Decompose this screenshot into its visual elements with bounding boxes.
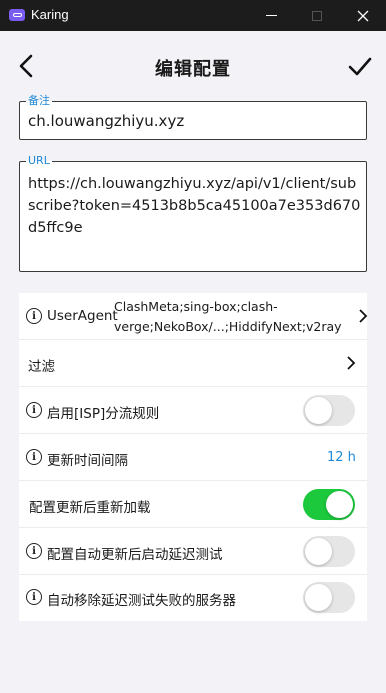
reload-after-update-row: 配置更新后重新加载 [19, 481, 367, 528]
chevron-right-icon [359, 309, 368, 323]
filter-label: 过滤 [28, 359, 55, 375]
reload-after-update-toggle[interactable] [303, 489, 355, 520]
settings-list: i UserAgent ClashMeta;sing-box;clash-ver… [19, 293, 368, 621]
isp-rules-row: i 启用[ISP]分流规则 [19, 387, 367, 434]
update-interval-row[interactable]: i 更新时间间隔 12 h [19, 434, 367, 481]
checkmark-icon [348, 57, 372, 76]
remark-field-label: 备注 [26, 94, 52, 108]
window-titlebar: Karing [0, 0, 386, 31]
app-logo-icon [9, 9, 25, 21]
latency-test-row: i 配置自动更新后启动延迟测试 [19, 528, 367, 575]
remove-failed-label: 自动移除延迟测试失败的服务器 [47, 593, 236, 609]
window-title: Karing [31, 7, 69, 22]
remove-failed-toggle[interactable] [303, 582, 355, 613]
close-button[interactable] [340, 0, 386, 31]
update-interval-value[interactable]: 12 h [327, 450, 356, 465]
useragent-row[interactable]: i UserAgent ClashMeta;sing-box;clash-ver… [19, 293, 368, 340]
latency-test-label: 配置自动更新后启动延迟测试 [47, 547, 223, 563]
update-interval-label: 更新时间间隔 [47, 453, 128, 469]
info-icon[interactable]: i [26, 589, 42, 605]
isp-rules-toggle[interactable] [303, 395, 355, 426]
useragent-label: UserAgent [47, 308, 118, 324]
latency-test-toggle[interactable] [303, 536, 355, 567]
page-title: 编辑配置 [155, 59, 231, 80]
close-icon [357, 10, 369, 21]
remove-failed-row: i 自动移除延迟测试失败的服务器 [19, 575, 367, 621]
info-icon[interactable]: i [26, 402, 42, 418]
reload-after-update-label: 配置更新后重新加载 [29, 500, 151, 516]
useragent-value: ClashMeta;sing-box;clash-verge;NekoBox/.… [114, 299, 342, 334]
url-field-label: URL [26, 154, 52, 168]
remark-field[interactable]: 备注 ch.louwangzhiyu.xyz [19, 94, 367, 140]
url-field-value: https://ch.louwangzhiyu.xyz/api/v1/clien… [28, 176, 361, 236]
info-icon[interactable]: i [26, 449, 42, 465]
page-header: 编辑配置 [0, 31, 386, 101]
minimize-icon [265, 15, 277, 16]
chevron-right-icon [347, 356, 356, 370]
minimize-button[interactable] [248, 0, 294, 31]
maximize-icon [312, 10, 322, 21]
isp-rules-label: 启用[ISP]分流规则 [47, 406, 160, 422]
remark-field-value: ch.louwangzhiyu.xyz [28, 112, 185, 130]
url-field[interactable]: URL https://ch.louwangzhiyu.xyz/api/v1/c… [19, 154, 367, 272]
filter-row[interactable]: 过滤 [19, 340, 367, 387]
confirm-button[interactable] [347, 54, 373, 80]
info-icon[interactable]: i [26, 308, 42, 324]
maximize-button[interactable] [294, 0, 340, 31]
info-icon[interactable]: i [26, 543, 42, 559]
